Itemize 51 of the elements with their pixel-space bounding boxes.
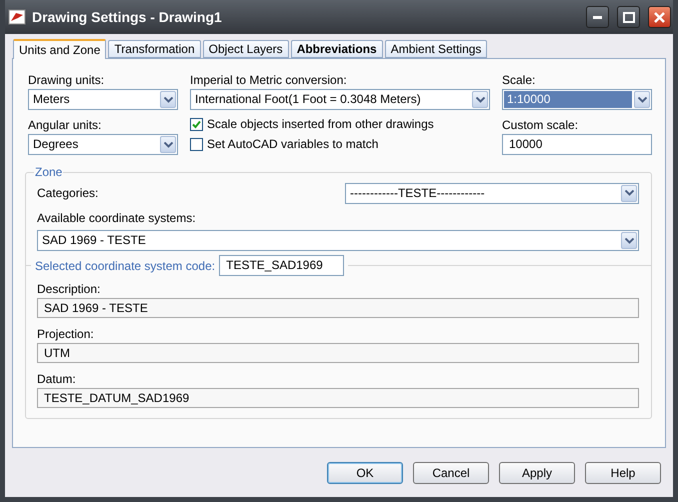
app-icon [8,9,26,25]
dropdown-value: SAD 1969 - TESTE [41,232,147,249]
field-label: Angular units: [28,117,102,134]
maximize-button[interactable] [617,6,640,28]
readonly-field[interactable]: TESTE_DATUM_SAD1969 [37,388,639,408]
window-title: Drawing Settings - Drawing1 [32,9,223,25]
close-icon [654,12,665,22]
field-label: Categories: [37,185,98,202]
check-icon [192,120,201,128]
tab[interactable]: Ambient Settings [384,40,488,58]
field-label: Imperial to Metric conversion: [190,72,348,89]
dialog-button[interactable]: Cancel [413,462,489,484]
categories-dropdown[interactable]: ------------TESTE------------ [345,182,639,204]
checkbox-label: Scale objects inserted from other drawings [207,116,434,133]
field-label: Projection: [37,326,95,343]
field-label: Custom scale: [502,117,580,134]
custom-scale-field[interactable]: 10000 [502,134,652,155]
checkbox[interactable] [190,138,203,150]
readonly-field[interactable]: SAD 1969 - TESTE [37,298,639,318]
checkbox[interactable] [190,118,203,130]
dialog-button[interactable]: Help [585,462,661,484]
field-label: Drawing units: [28,72,106,89]
checkbox-label: Set AutoCAD variables to match [207,136,378,153]
angular-units-dropdown[interactable]: Degrees [28,134,178,155]
field-label: Available coordinate systems: [37,210,197,227]
dropdown-value: Meters [32,91,71,108]
tab[interactable]: Abbreviations [290,40,383,58]
drawing-units-dropdown[interactable]: Meters [28,89,178,110]
conversion-dropdown[interactable]: International Foot(1 Foot = 0.3048 Meters) [190,89,490,110]
tab[interactable]: Units and Zone [13,39,106,59]
maximize-icon [622,12,634,22]
dialog-button[interactable]: Apply [499,462,575,484]
field-label: Scale: [502,72,536,89]
code-field[interactable]: TESTE_SAD1969 [219,255,344,276]
tab[interactable]: Object Layers [202,40,289,58]
field-label: Description: [37,281,102,298]
readonly-field[interactable]: UTM [37,343,639,363]
tab[interactable]: Transformation [108,40,201,58]
close-button[interactable] [648,6,671,28]
dropdown-value: Degrees [32,136,80,153]
scale-dropdown[interactable]: 1:10000 [502,89,652,110]
group-title: Selected coordinate system code: [35,258,216,272]
dialog-button[interactable]: OK [327,462,403,484]
coordinate-system-dropdown[interactable]: SAD 1969 - TESTE [37,230,639,251]
dropdown-value: 1:10000 [504,91,632,108]
group-title: Zone [34,165,64,179]
field-label: Datum: [37,371,77,388]
dropdown-value: ------------TESTE------------ [349,184,486,202]
minimize-icon [593,16,602,18]
minimize-button[interactable] [586,6,609,28]
dropdown-value: International Foot(1 Foot = 0.3048 Meters) [194,91,422,108]
